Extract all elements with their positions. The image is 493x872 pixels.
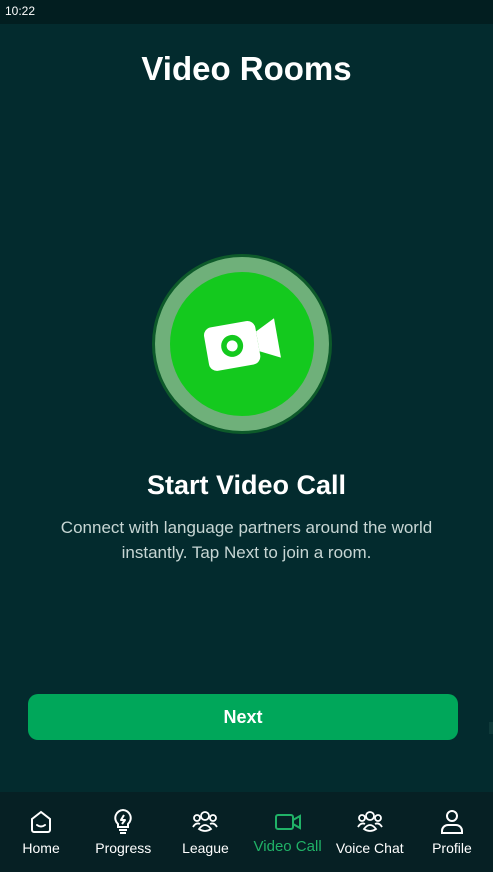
home-icon xyxy=(31,810,52,833)
nav-label-league: League xyxy=(182,840,229,856)
nav-label-voice-chat: Voice Chat xyxy=(335,840,404,856)
video-call-badge-inner xyxy=(170,272,314,416)
description-line-1: Connect with language partners around th… xyxy=(60,518,433,537)
nav-label-video-call: Video Call xyxy=(253,838,322,855)
nav-label-profile: Profile xyxy=(432,840,472,856)
video-camera-icon xyxy=(204,318,281,371)
bottom-nav: Home Progress League Video Call Voice Ch… xyxy=(0,792,493,872)
nav-item-league[interactable]: League xyxy=(164,792,246,872)
status-time: 10:22 xyxy=(5,4,36,18)
nav-item-home[interactable]: Home xyxy=(0,792,82,872)
status-bar: 10:22 xyxy=(0,0,493,24)
nav-item-profile[interactable]: Profile xyxy=(411,792,493,872)
page-title: Video Rooms xyxy=(141,50,352,87)
nav-label-progress: Progress xyxy=(95,840,152,856)
group-icon xyxy=(192,811,219,832)
scrollbar-thumb xyxy=(489,722,493,734)
group-icon xyxy=(356,811,383,832)
nav-label-home: Home xyxy=(22,840,60,856)
next-button[interactable]: Next xyxy=(28,694,458,740)
video-call-badge xyxy=(155,257,329,431)
video-camera-icon xyxy=(274,814,301,830)
nav-item-video-call[interactable]: Video Call xyxy=(247,792,329,872)
description-line-2: instantly. Tap Next to join a room. xyxy=(121,543,372,562)
nav-item-progress[interactable]: Progress xyxy=(82,792,164,872)
description: Connect with language partners around th… xyxy=(30,515,463,565)
person-icon xyxy=(440,810,463,834)
start-video-call-heading: Start Video Call xyxy=(146,470,347,500)
nav-item-voice-chat[interactable]: Voice Chat xyxy=(329,792,411,872)
lightbulb-icon xyxy=(114,808,132,834)
